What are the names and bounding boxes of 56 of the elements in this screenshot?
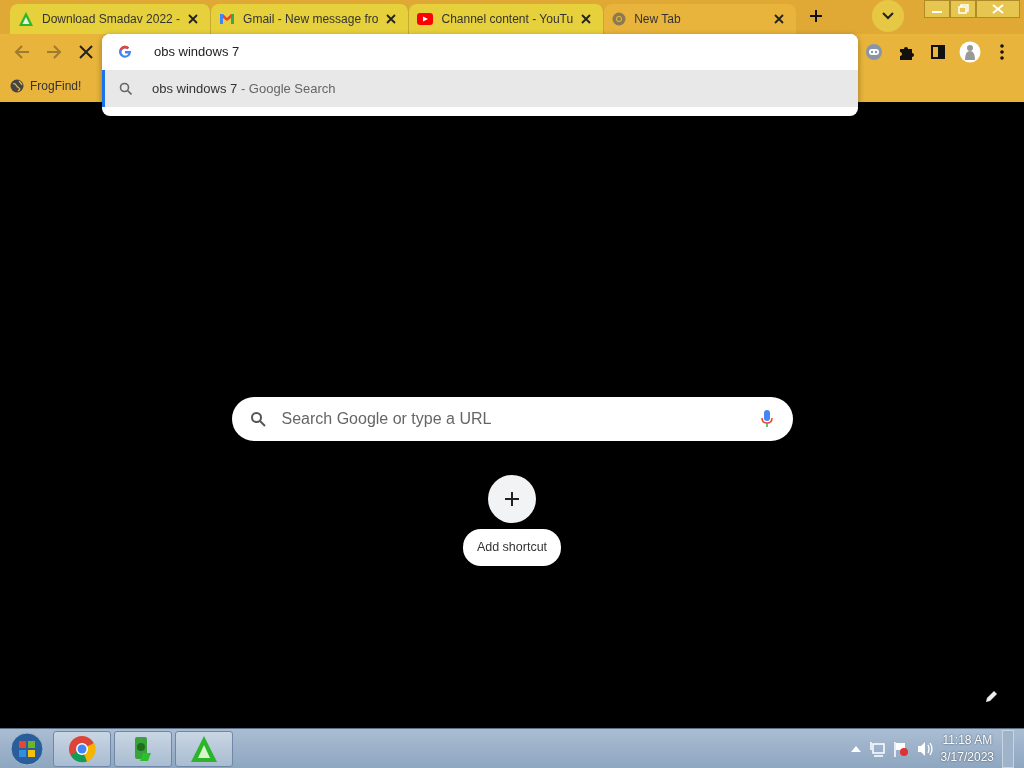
browser-tab[interactable]: New Tab [604,4,797,34]
search-input[interactable]: Search Google or type a URL [279,406,747,432]
add-shortcut-button[interactable] [488,475,536,523]
taskbar-button[interactable] [114,730,172,767]
google-icon [118,45,132,59]
stop-icon[interactable] [78,44,94,60]
tab-title: Channel content - YouTu [441,11,574,28]
triangle-logo-icon [190,734,218,763]
forward-icon[interactable] [46,44,62,60]
clock-time: 11:18 AM [941,732,994,749]
address-bar[interactable]: obs windows 7 [102,34,858,70]
bookmark[interactable]: FrogFind! [10,77,82,95]
chrome-icon [68,734,96,763]
close-icon[interactable] [188,14,199,24]
search-icon [119,82,132,95]
back-icon[interactable] [14,44,30,60]
caret-icon[interactable] [882,12,895,20]
address-field[interactable]: obs windows 7 [152,41,858,63]
tab-title: Gmail - New message fro [243,11,379,28]
close-icon[interactable] [581,14,592,24]
microphone-icon[interactable] [760,410,773,428]
triangle-logo-icon [18,11,34,27]
browser-tab[interactable]: Channel content - YouTu [409,4,605,34]
robot-icon[interactable] [865,43,883,61]
flag-icon[interactable] [892,740,909,757]
taskbar-button[interactable] [53,730,111,767]
close-icon[interactable] [386,14,397,24]
close-icon[interactable] [774,14,785,24]
suggestion-row[interactable]: obs windows 7 - Google Search [102,70,858,107]
close-button[interactable] [976,0,1020,18]
menu-icon[interactable] [1000,43,1004,61]
tab-title: Download Smadav 2022 - [42,11,181,28]
taskbar-button[interactable] [175,730,233,767]
browser-tab[interactable]: Download Smadav 2022 - [10,4,212,34]
minimize-button[interactable] [924,0,950,18]
clock-date: 3/17/2023 [940,748,994,765]
suggestion-text: obs windows 7 - Google Search [152,79,336,98]
mail-icon [219,13,236,25]
globe-icon [10,79,24,93]
plus-icon[interactable] [809,9,824,23]
plus-icon[interactable] [504,491,520,507]
speaker-icon[interactable] [916,740,933,757]
search-icon [249,411,266,427]
chrome-icon [612,12,627,26]
restore-button[interactable] [950,0,976,18]
shortcut-label: Add shortcut [462,529,562,566]
caret-up-icon[interactable] [850,745,861,752]
pencil-icon[interactable] [985,689,999,703]
search-field[interactable]: Search Google or type a URL [231,397,793,441]
tab-title: New Tab [634,11,682,28]
side-panel-icon[interactable] [930,44,946,60]
puzzle-icon[interactable] [898,44,914,60]
play-logo-icon [417,13,434,25]
tab-search-button[interactable] [872,0,905,32]
avatar[interactable] [959,41,981,63]
browser-tab[interactable]: Gmail - New message fro [211,4,410,34]
